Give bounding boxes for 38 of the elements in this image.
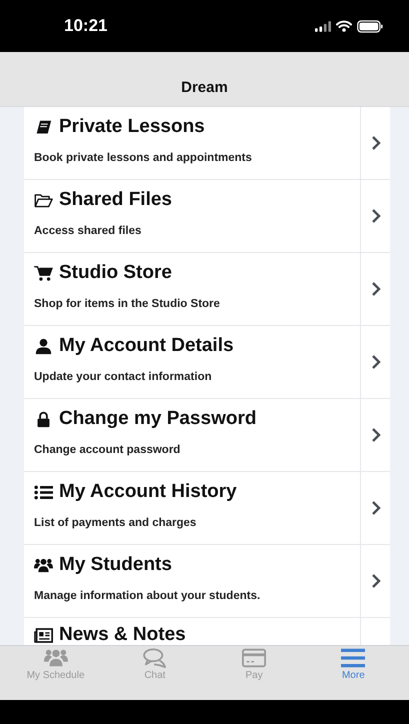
chevron-right-icon[interactable] bbox=[370, 427, 380, 443]
users-icon bbox=[34, 556, 53, 574]
users-icon bbox=[44, 648, 68, 668]
menu-item-title: My Account Details bbox=[59, 335, 234, 357]
book-icon bbox=[34, 118, 53, 136]
credit-card-icon bbox=[242, 648, 266, 668]
chevron-right-icon[interactable] bbox=[370, 281, 380, 297]
menu-item-description: List of payments and charges bbox=[34, 517, 198, 529]
menu-item-title: Shared Files bbox=[59, 189, 172, 211]
chevron-right-icon[interactable] bbox=[370, 500, 380, 516]
menu-icon bbox=[341, 648, 366, 668]
user-icon bbox=[34, 338, 53, 354]
menu-item-title: My Students bbox=[59, 554, 172, 576]
cart-icon bbox=[34, 264, 53, 282]
chevron-right-icon[interactable] bbox=[370, 354, 380, 370]
menu-item-description: Access shared files bbox=[34, 225, 142, 237]
battery-icon bbox=[357, 20, 383, 32]
signal-icon bbox=[315, 20, 331, 32]
wifi-icon bbox=[336, 20, 352, 32]
chevron-right-icon[interactable] bbox=[370, 208, 380, 224]
folder-icon bbox=[34, 192, 53, 208]
menu-item-description: Book private lessons and appointments bbox=[34, 152, 253, 164]
menu-item-title: Change my Password bbox=[59, 408, 256, 430]
menu-item-title: My Account History bbox=[59, 481, 237, 503]
menu-item-title: News & Notes bbox=[59, 624, 186, 645]
menu-item-description: Shop for items in the Studio Store bbox=[34, 298, 221, 310]
list-icon bbox=[34, 484, 53, 500]
chevron-right-icon[interactable] bbox=[370, 135, 380, 151]
menu-item-title: Private Lessons bbox=[59, 116, 205, 138]
menu-item-title: Studio Store bbox=[59, 262, 172, 284]
newspaper-icon bbox=[34, 626, 53, 644]
chat-icon bbox=[142, 648, 167, 668]
page-title: Dream bbox=[181, 79, 228, 96]
chevron-right-icon[interactable] bbox=[370, 573, 380, 589]
menu-item-description: Manage information about your students. bbox=[34, 590, 262, 602]
clock-time: 10:21 bbox=[64, 16, 108, 36]
menu-item-description: Update your contact information bbox=[34, 371, 213, 383]
menu-item-description: Change account password bbox=[34, 444, 182, 456]
